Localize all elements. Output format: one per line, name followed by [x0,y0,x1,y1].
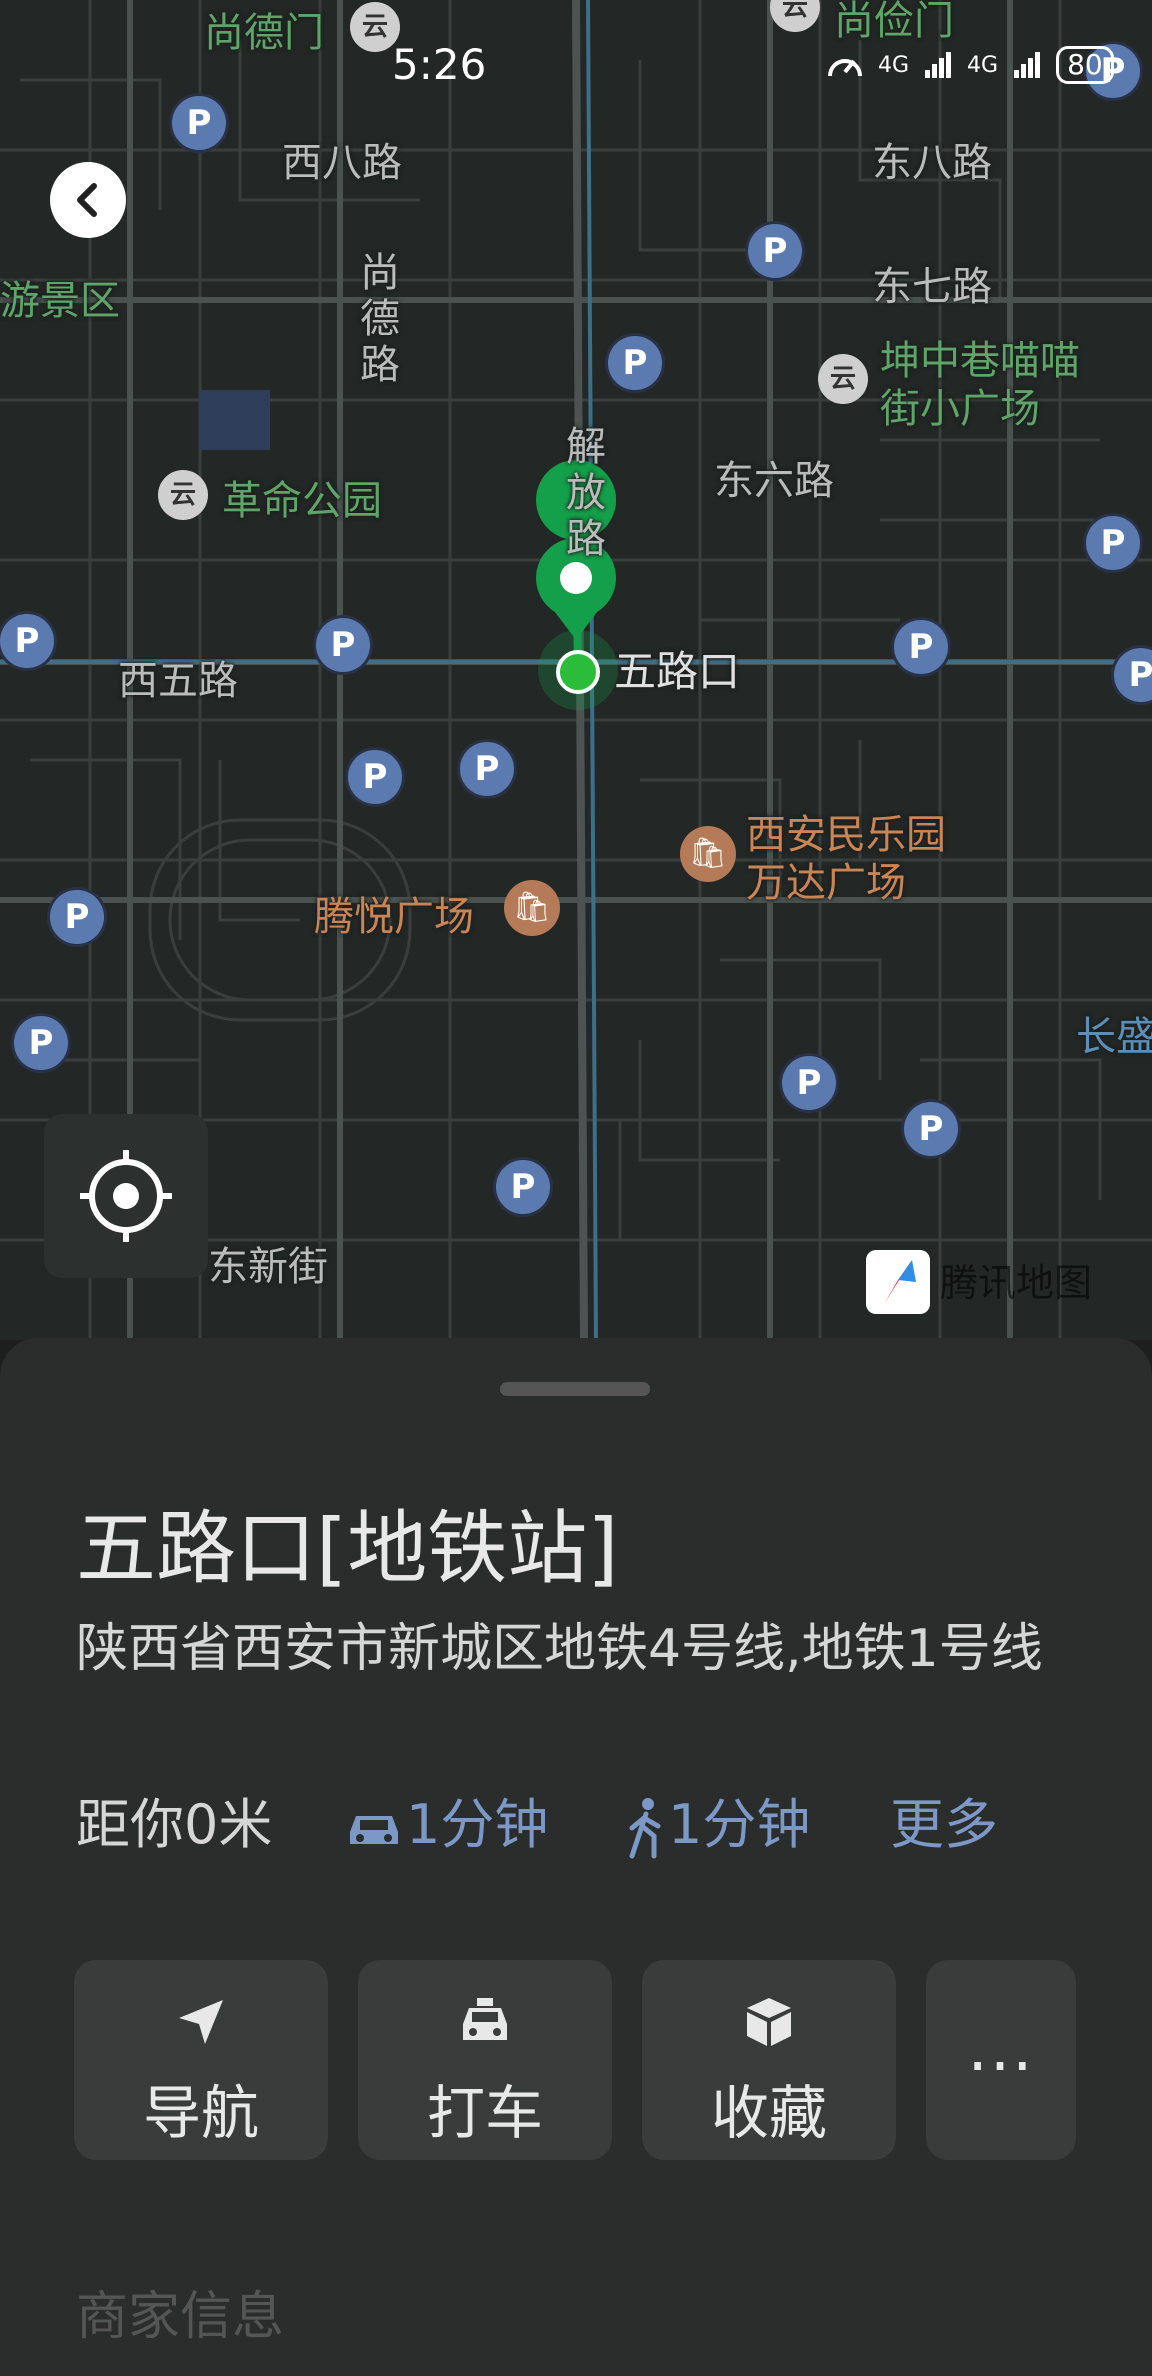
map-label: 街小广场 [880,386,1040,432]
parking-icon[interactable]: P [748,224,802,278]
car-icon [350,1816,398,1845]
parking-icon[interactable]: P [608,336,662,390]
map-label: 东新街 [208,1244,328,1290]
signal-icon [1014,52,1041,78]
map-label-wulukou: 五路口 [614,647,741,696]
walk-icon [629,1798,661,1859]
map-label: 西八路 [282,140,402,186]
parking-icon[interactable]: P [894,620,948,674]
status-icons: 4G 4G 80 [826,46,1114,84]
taxi-icon [463,1998,507,2040]
place-title: 五路口[地铁站] [76,1502,619,1595]
map-label: 解放路 [566,424,606,562]
status-time: 5:26 [392,40,487,89]
drive-time[interactable]: 1分钟 [342,1780,548,1859]
status-bar: 5:26 4G 4G 80 [0,0,1152,130]
map-label: 西五路 [118,658,238,704]
map-logo-text: 腾讯地图 [940,1261,1093,1305]
battery-icon: 80 [1056,46,1114,84]
walk-time-label: 1分钟 [668,1793,811,1856]
travel-info-row: 距你0米 1分钟 1分钟 更多 [76,1780,1096,1859]
place-address: 陕西省西安市新城区地铁4号线,地铁1号线 [76,1619,1043,1679]
chevron-left-icon [77,183,97,217]
shopping-icon[interactable]: 🛍 [680,826,736,882]
parking-icon[interactable]: P [0,614,54,668]
merchant-info-heading: 商家信息 [76,2287,285,2347]
subway-icon[interactable]: 云 [158,470,208,520]
parking-icon[interactable]: P [348,750,402,804]
map-logo-icon [866,1250,930,1314]
more-link[interactable]: 更多 [890,1780,998,1859]
box-icon [747,1998,791,2046]
taxi-label: 打车 [426,2079,543,2147]
signal-2-label: 4G [967,52,999,78]
signal-1-label: 4G [878,52,910,78]
navigate-arrow-icon [179,2000,223,2044]
more-dots-icon: ... [967,2012,1035,2086]
parking-icon[interactable]: P [50,890,104,944]
shopping-icon[interactable]: 🛍 [504,880,560,936]
favorite-label: 收藏 [710,2079,827,2147]
place-detail-sheet[interactable]: 五路口[地铁站] 陕西省西安市新城区地铁4号线,地铁1号线 距你0米 1分钟 1… [0,1338,1152,2376]
map-label: 万达广场 [746,860,906,906]
parking-icon[interactable]: P [496,1160,550,1214]
navigate-button[interactable]: 导航 [74,1960,328,2160]
speed-icon [828,59,862,77]
parking-icon[interactable]: P [1086,516,1140,570]
back-button[interactable] [50,162,126,238]
locate-button[interactable] [44,1114,208,1278]
favorite-button[interactable]: 收藏 [642,1960,896,2160]
map-view[interactable]: 尚德门 云 云 尚俭门 西八路 东八路 东七路 游景区 尚德路 云 坤中巷喵喵 … [0,0,1152,1340]
parking-icon[interactable]: P [14,1016,68,1070]
map-label: 东七路 [872,264,992,310]
signal-icon [925,52,952,78]
sheet-drag-handle[interactable] [500,1382,650,1396]
map-label: 腾悦广场 [314,894,474,940]
parking-icon[interactable]: P [460,742,514,796]
walk-time[interactable]: 1分钟 [624,1780,810,1860]
drive-time-label: 1分钟 [406,1793,549,1856]
distance-label: 距你0米 [76,1793,273,1856]
taxi-button[interactable]: 打车 [358,1960,612,2160]
parking-icon[interactable]: P [782,1056,836,1110]
map-label: 尚德路 [360,250,400,388]
subway-icon[interactable]: 云 [818,354,868,404]
map-label: 革命公园 [222,478,382,524]
more-actions-button[interactable]: ... [926,1960,1076,2160]
navigate-label: 导航 [142,2079,259,2147]
map-label: 游景区 [0,278,120,324]
map-label: 东八路 [872,140,992,186]
map-label: 长盛 [1076,1014,1152,1060]
parking-icon[interactable]: P [904,1102,958,1156]
locate-icon [80,1150,172,1242]
map-label: 东六路 [714,458,834,504]
parking-icon[interactable]: P [316,618,370,672]
